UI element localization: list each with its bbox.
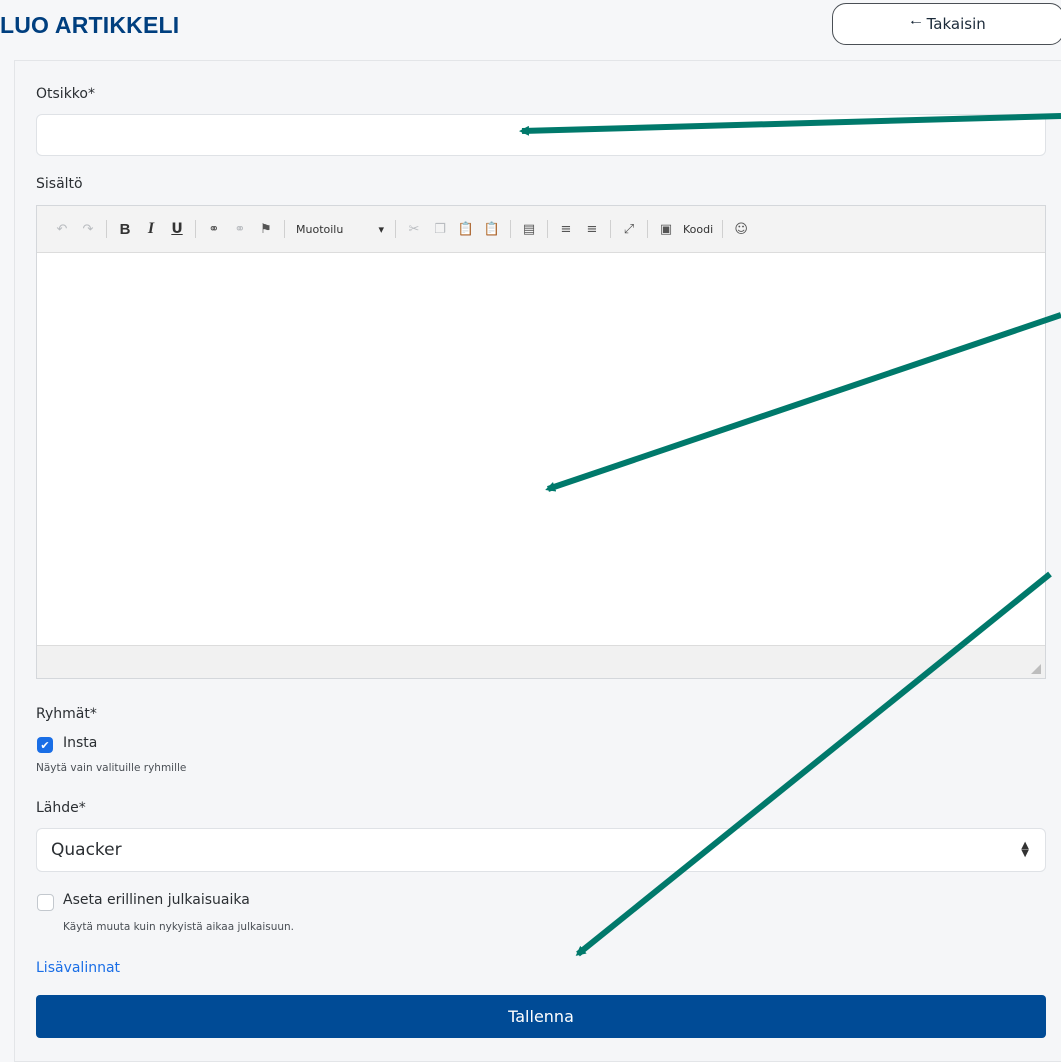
schedule-label: Aseta erillinen julkaisuaika <box>63 892 250 908</box>
arrow-left-icon: 🠀 <box>910 15 922 31</box>
toolbar-separator <box>547 220 548 238</box>
source-code-icon[interactable]: ▣ <box>655 218 677 240</box>
numbered-list-icon[interactable]: ≡ <box>581 218 603 240</box>
redo-icon[interactable]: ↷ <box>77 218 99 240</box>
copy-icon[interactable]: ❐ <box>429 218 451 240</box>
paste-word-icon[interactable]: 📋 <box>481 218 503 240</box>
toolbar-separator <box>510 220 511 238</box>
editor-status-bar <box>37 645 1045 678</box>
underline-icon[interactable]: U <box>166 218 188 240</box>
schedule-help-text: Käytä muuta kuin nykyistä aikaa julkaisu… <box>63 921 295 933</box>
paste-icon[interactable]: 📋 <box>455 218 477 240</box>
emoji-icon[interactable]: ☺ <box>730 218 752 240</box>
source-label: Lähde* <box>36 800 86 816</box>
format-dropdown-label: Muotoilu <box>296 222 344 236</box>
page-title: LUO ARTIKKELI <box>0 12 180 38</box>
groups-label: Ryhmät* <box>36 706 97 722</box>
source-select[interactable]: Quacker ▲ ▼ <box>36 828 1046 872</box>
content-label: Sisältö <box>36 176 83 192</box>
undo-icon[interactable]: ↶ <box>51 218 73 240</box>
groups-help-text: Näytä vain valituille ryhmille <box>36 762 187 774</box>
toolbar-separator <box>395 220 396 238</box>
bulleted-list-icon[interactable]: ≡ <box>555 218 577 240</box>
group-insta-label: Insta <box>63 735 98 751</box>
image-icon[interactable]: ▤ <box>518 218 540 240</box>
unlink-icon[interactable]: ⚭ <box>229 218 251 240</box>
title-input[interactable] <box>36 114 1046 156</box>
toolbar-separator <box>647 220 648 238</box>
schedule-checkbox[interactable] <box>37 894 54 911</box>
title-label: Otsikko* <box>36 86 95 102</box>
maximize-icon[interactable]: ⤢ <box>618 218 640 240</box>
group-insta-checkbox[interactable]: ✔ <box>37 737 53 753</box>
cut-icon[interactable]: ✂ <box>403 218 425 240</box>
source-select-value: Quacker <box>51 840 122 860</box>
code-button-label[interactable]: Koodi <box>679 223 717 236</box>
caret-down-icon: ▾ <box>378 222 384 236</box>
more-options-link[interactable]: Lisävalinnat <box>36 960 120 976</box>
toolbar-separator <box>722 220 724 238</box>
italic-icon[interactable]: I <box>140 218 162 240</box>
toolbar-separator <box>610 220 611 238</box>
back-button[interactable]: 🠀 Takaisin <box>832 3 1061 45</box>
link-icon[interactable]: ⚭ <box>203 218 225 240</box>
bold-icon[interactable]: B <box>114 218 136 240</box>
rich-text-editor: ↶ ↷ B I U ⚭ ⚭ ⚑ Muotoilu ▾ ✂ ❐ 📋 📋 ▤ ≡ ≡… <box>36 205 1046 679</box>
save-button[interactable]: Tallenna <box>36 995 1046 1038</box>
editor-toolbar: ↶ ↷ B I U ⚭ ⚭ ⚑ Muotoilu ▾ ✂ ❐ 📋 📋 ▤ ≡ ≡… <box>37 206 1045 253</box>
toolbar-separator <box>284 220 285 238</box>
back-button-label: Takaisin <box>926 15 986 33</box>
editor-content-area[interactable] <box>37 253 1045 646</box>
format-dropdown[interactable]: Muotoilu ▾ <box>290 223 390 236</box>
flag-icon[interactable]: ⚑ <box>255 218 277 240</box>
toolbar-separator <box>195 220 196 238</box>
sort-caret-icon: ▲ ▼ <box>1021 840 1029 859</box>
toolbar-separator <box>106 220 107 238</box>
resize-handle-icon[interactable] <box>1031 664 1041 674</box>
